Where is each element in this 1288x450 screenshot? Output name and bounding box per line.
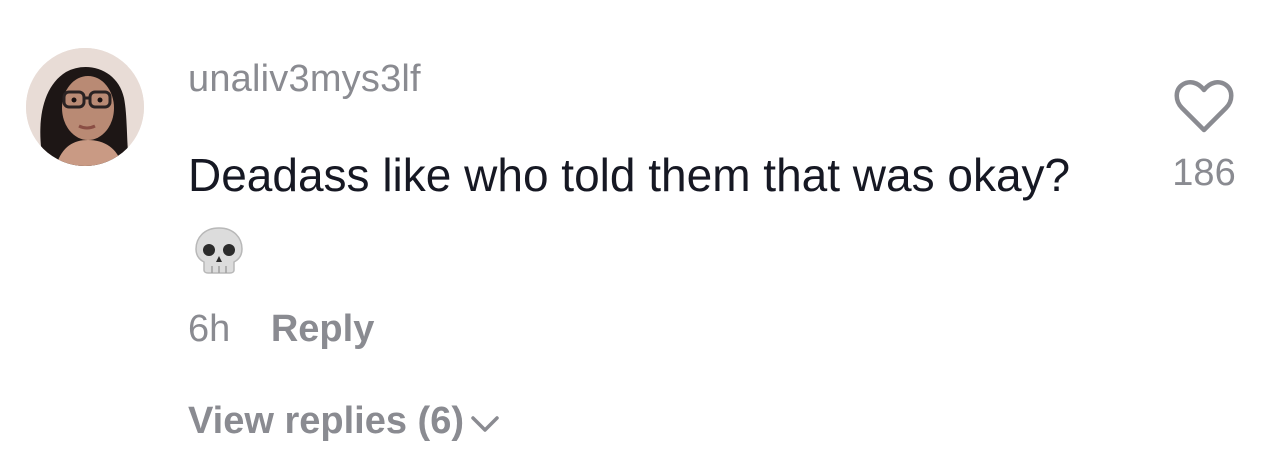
skull-emoji-icon [192,220,246,298]
comment-item: unaliv3mys3lf Deadass like who told them… [0,0,1288,450]
reply-button[interactable]: Reply [271,308,374,350]
heart-outline-icon[interactable] [1172,76,1236,140]
avatar-image [26,48,144,166]
like-section: 186 [1158,76,1250,195]
comment-meta: 6h Reply [188,308,374,351]
comment-text: Deadass like who told them that was okay… [188,136,1118,298]
like-count: 186 [1172,152,1236,194]
chevron-down-icon [471,416,499,432]
avatar[interactable] [26,48,144,166]
view-replies-label: View replies (6) [188,400,464,442]
comment-timestamp: 6h [188,308,231,350]
comment-text-content: Deadass like who told them that was okay… [188,149,1071,201]
view-replies-button[interactable]: View replies (6) [188,400,500,443]
username[interactable]: unaliv3mys3lf [188,58,421,101]
